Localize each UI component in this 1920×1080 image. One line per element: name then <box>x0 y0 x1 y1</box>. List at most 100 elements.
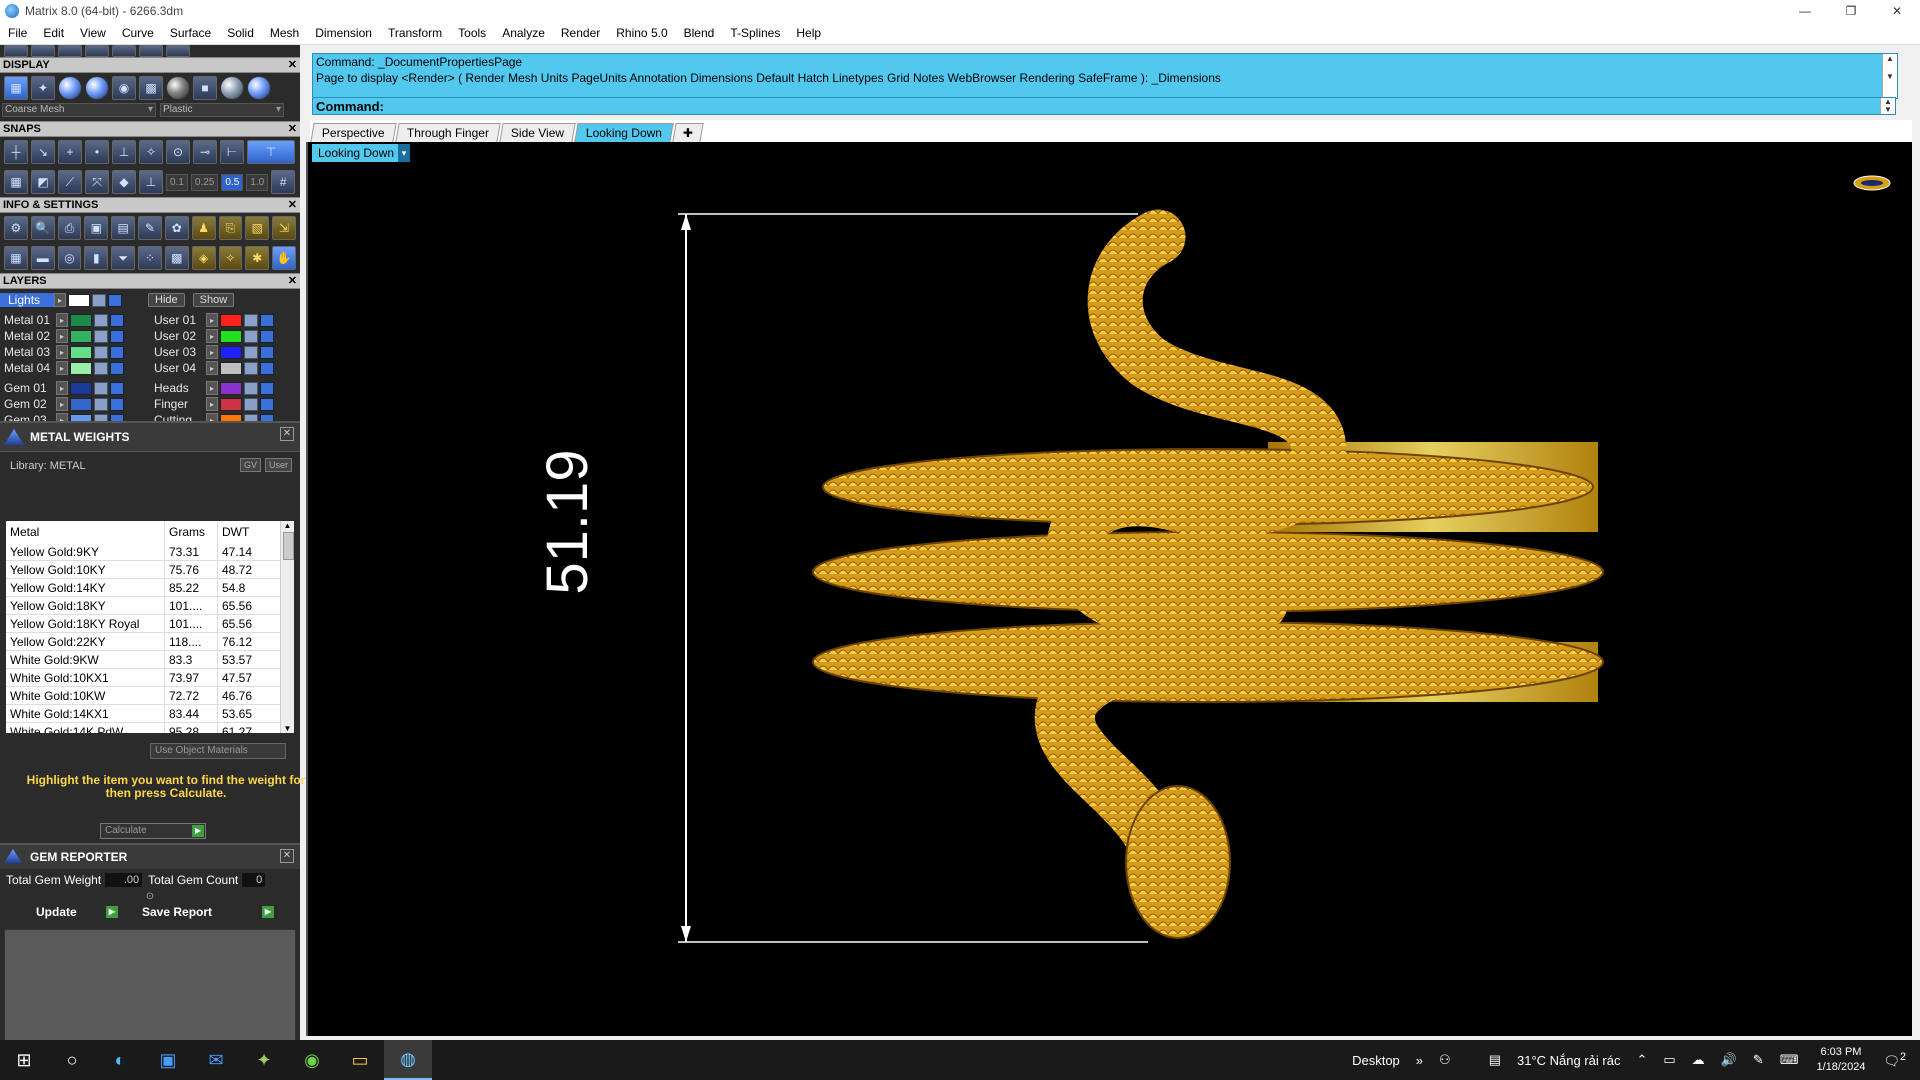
copy-tool-icon[interactable] <box>166 45 190 57</box>
photo-icon[interactable]: ▧ <box>245 216 270 240</box>
snap-value-0[interactable]: 0.1 <box>166 173 188 191</box>
table-row[interactable]: Yellow Gold:18KY 101.... 65.56 <box>6 596 281 615</box>
chevron-right-icon[interactable]: ▸ <box>54 293 66 307</box>
tab-through-finger[interactable]: Through Finger <box>395 123 501 142</box>
layer-color-swatch[interactable] <box>70 397 92 411</box>
visible-icon[interactable] <box>110 397 124 411</box>
snap-value-3[interactable]: 1.0 <box>246 173 269 191</box>
tab-perspective[interactable]: Perspective <box>310 123 397 142</box>
layer-color-swatch[interactable] <box>70 329 92 343</box>
pencil-icon[interactable]: ✎ <box>138 216 162 240</box>
layer-row[interactable]: User 01 ▸ <box>150 312 300 328</box>
chevron-right-icon[interactable]: ▸ <box>206 329 218 343</box>
material-square-icon[interactable]: ■ <box>193 76 217 100</box>
menu-tools[interactable]: Tools <box>450 22 494 44</box>
menu-surface[interactable]: Surface <box>162 22 219 44</box>
close-icon[interactable]: ✕ <box>288 198 297 212</box>
snap-mid-icon[interactable]: • <box>85 140 109 164</box>
hide-button[interactable]: Hide <box>148 293 185 307</box>
notification-icon[interactable]: 🗨2 <box>1883 1051 1906 1069</box>
visible-icon[interactable] <box>108 293 122 307</box>
play-icon[interactable]: ▶ <box>192 825 204 837</box>
metal-table-scrollbar[interactable]: ▲ ▼ <box>280 521 294 733</box>
menu-file[interactable]: File <box>0 22 35 44</box>
chevron-icon[interactable]: » <box>1416 1053 1423 1068</box>
mail-icon[interactable]: ✉ <box>192 1040 240 1080</box>
chevron-right-icon[interactable]: ▸ <box>56 345 68 359</box>
layer-color-swatch[interactable] <box>220 361 242 375</box>
layer-row[interactable]: User 03 ▸ <box>150 344 300 360</box>
window-icon[interactable]: ▬ <box>30 246 55 270</box>
table-row[interactable]: Yellow Gold:14KY 85.22 54.8 <box>6 578 281 597</box>
chevron-right-icon[interactable]: ▸ <box>56 381 68 395</box>
table-row[interactable]: Yellow Gold:18KY Royal 101.... 65.56 <box>6 614 281 633</box>
snap-tan-icon[interactable]: ⊸ <box>193 140 217 164</box>
visible-icon[interactable] <box>260 397 274 411</box>
layer-row[interactable]: Metal 02 ▸ <box>0 328 150 344</box>
gem-icon[interactable]: ✧ <box>218 246 243 270</box>
hand-icon[interactable]: ✋ <box>272 246 296 270</box>
layer-row[interactable]: Finger ▸ <box>150 396 300 412</box>
settings-icon[interactable]: ⚙ <box>4 216 28 240</box>
visible-icon[interactable] <box>260 381 274 395</box>
tab-looking-down[interactable]: Looking Down <box>574 123 674 142</box>
snap-center-icon[interactable]: ⊥ <box>112 140 136 164</box>
lock-icon[interactable] <box>244 381 258 395</box>
planar-icon[interactable]: ◩ <box>31 170 55 194</box>
menu-render[interactable]: Render <box>553 22 608 44</box>
person-icon[interactable]: ♟ <box>191 216 216 240</box>
layer-name[interactable]: Metal 02 <box>0 329 56 343</box>
layer-row[interactable]: Heads ▸ <box>150 380 300 396</box>
palette-icon[interactable]: ✿ <box>164 216 189 240</box>
layer-row[interactable]: Metal 01 ▸ <box>0 312 150 328</box>
table-row[interactable]: White Gold:14K PdW 95.28 61.27 <box>6 722 281 733</box>
dots-icon[interactable]: ⁘ <box>138 246 162 270</box>
chevron-right-icon[interactable]: ▸ <box>206 313 218 327</box>
layer-row[interactable]: Metal 03 ▸ <box>0 344 150 360</box>
snap-end-icon[interactable]: ┼ <box>4 140 28 164</box>
windows-start-icon[interactable]: ⊞ <box>0 1040 48 1080</box>
layer-name[interactable]: Gem 02 <box>0 397 56 411</box>
menu-solid[interactable]: Solid <box>219 22 262 44</box>
layer-color-swatch[interactable] <box>220 329 242 343</box>
filter-icon[interactable]: ⊥ <box>139 170 163 194</box>
volume-icon[interactable]: 🔊 <box>1721 1052 1737 1068</box>
visible-icon[interactable] <box>260 313 274 327</box>
scroll-thumb[interactable] <box>283 532 294 560</box>
restore-button[interactable]: ❐ <box>1828 0 1874 22</box>
play-icon[interactable]: ▶ <box>106 906 118 918</box>
network-icon[interactable]: ▭ <box>1663 1052 1675 1068</box>
col-dwt[interactable]: DWT <box>217 521 281 543</box>
record-history-icon[interactable]: ◆ <box>112 170 136 194</box>
table-row[interactable]: White Gold:14KX1 83.44 53.65 <box>6 704 281 723</box>
menu-blend[interactable]: Blend <box>676 22 723 44</box>
layer-color-swatch[interactable] <box>220 381 242 395</box>
grid-view-icon[interactable]: ▩ <box>139 76 163 100</box>
menu-mesh[interactable]: Mesh <box>262 22 307 44</box>
close-button[interactable]: ✕ <box>1874 0 1920 22</box>
layer-color-swatch[interactable] <box>220 345 242 359</box>
visible-icon[interactable] <box>110 313 124 327</box>
layer-row[interactable]: User 04 ▸ <box>150 360 300 376</box>
chevron-right-icon[interactable]: ▸ <box>56 329 68 343</box>
app-icon[interactable]: ✦ <box>240 1040 288 1080</box>
save-icon[interactable]: ▩ <box>164 246 189 270</box>
layer-row[interactable]: User 02 ▸ <box>150 328 300 344</box>
navigation-gizmo-icon[interactable] <box>1852 172 1892 194</box>
menu-curve[interactable]: Curve <box>114 22 162 44</box>
user-toggle[interactable]: User <box>264 458 292 472</box>
cylinder-icon[interactable]: ▮ <box>84 246 109 270</box>
material-dropdown[interactable]: Plastic <box>160 103 284 117</box>
lock-icon[interactable] <box>94 329 108 343</box>
table-row[interactable]: Yellow Gold:22KY 118.... 76.12 <box>6 632 281 651</box>
lock-icon[interactable] <box>94 345 108 359</box>
lock-icon[interactable] <box>244 345 258 359</box>
lock-icon[interactable] <box>244 313 258 327</box>
menu-view[interactable]: View <box>72 22 114 44</box>
layer-color-swatch[interactable] <box>220 313 242 327</box>
viewport[interactable]: Looking Down ▾ 51.19 <box>306 142 1912 1036</box>
document-icon[interactable]: ▤ <box>111 216 136 240</box>
visible-icon[interactable] <box>110 329 124 343</box>
table-row[interactable]: Yellow Gold:9KY 73.31 47.14 <box>6 543 281 561</box>
lock-icon[interactable] <box>244 397 258 411</box>
